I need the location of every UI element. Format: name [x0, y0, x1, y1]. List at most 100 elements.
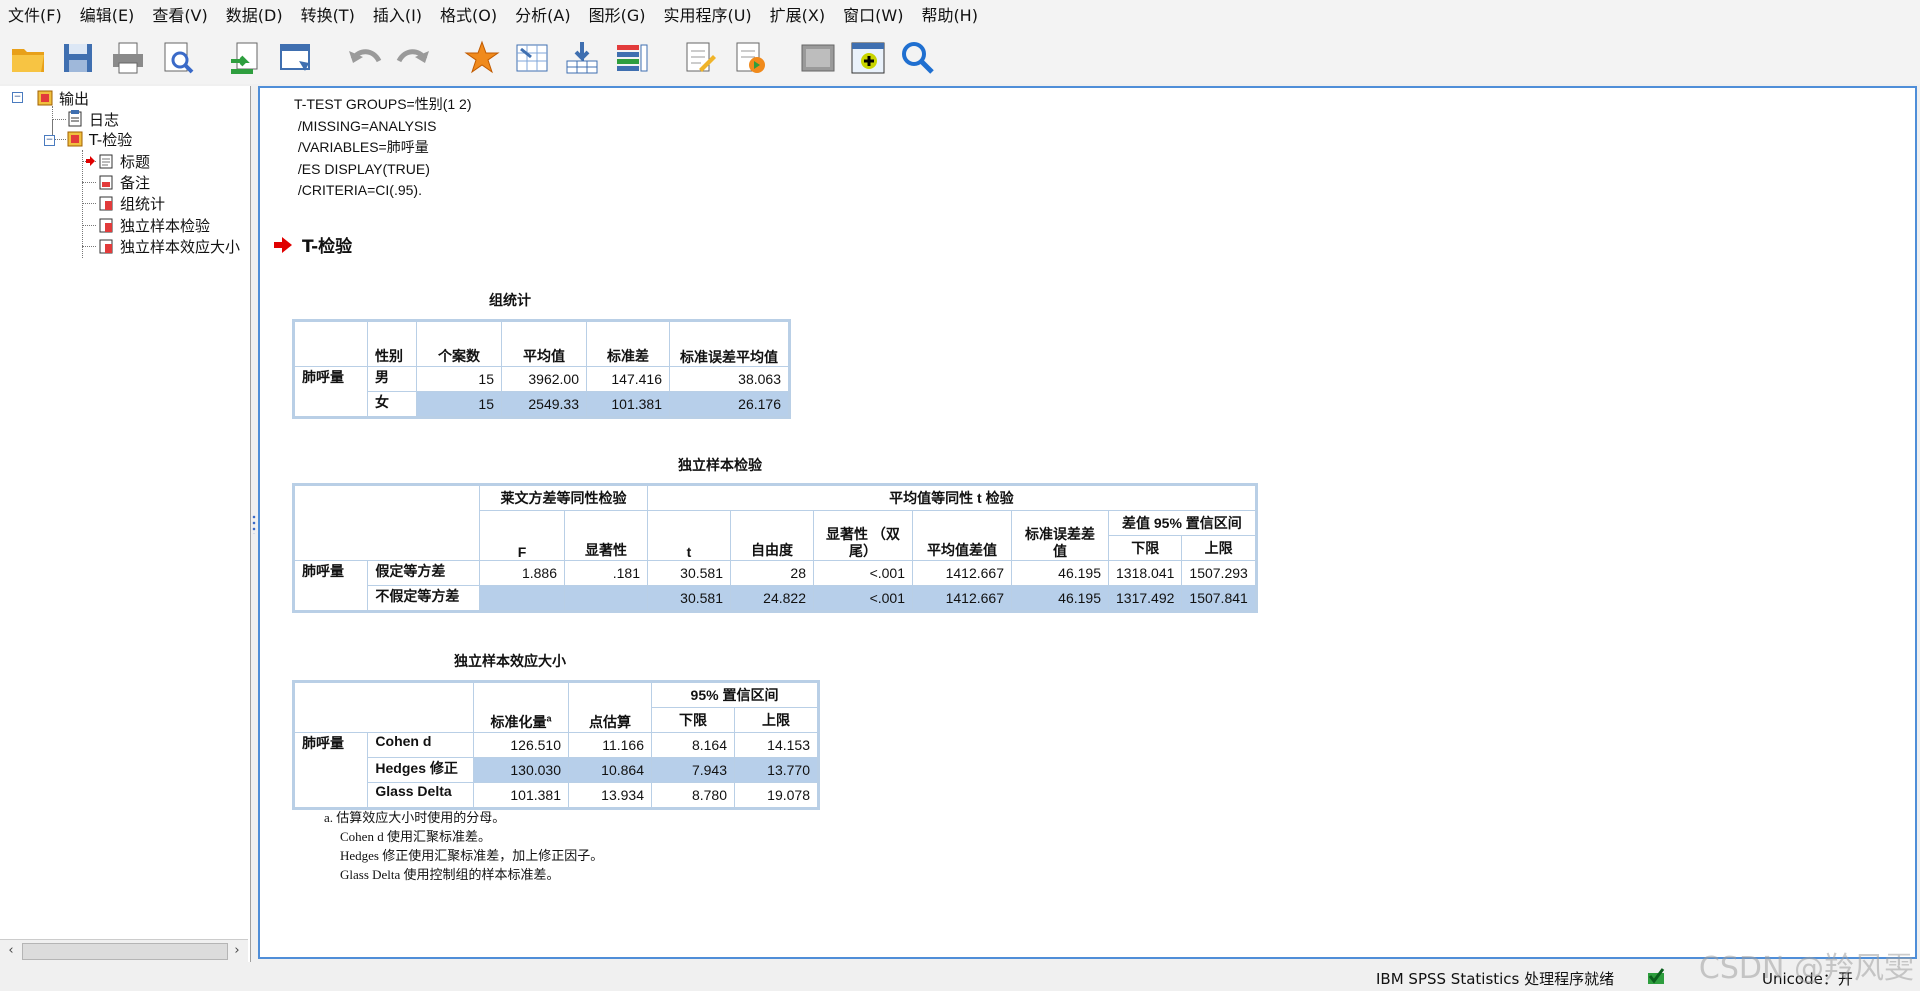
row-group-label: 女: [367, 391, 417, 417]
tree-node-effect-size-label: 独立样本效应大小: [120, 237, 241, 256]
goto-case-icon[interactable]: [510, 36, 554, 80]
menu-transform[interactable]: 转换(T): [292, 0, 364, 32]
footnote-line: Cohen d 使用汇聚标准差。: [340, 829, 491, 844]
cell-F: 1.886: [479, 560, 565, 586]
expand-output-button[interactable]: −: [12, 92, 23, 103]
col-header: 平均值差值: [912, 510, 1012, 561]
open-folder-icon[interactable]: [6, 36, 50, 80]
cell-F: [479, 585, 565, 611]
row-label: 假定等方差: [367, 560, 480, 586]
insert-output-icon[interactable]: [728, 36, 772, 80]
effect-size-table[interactable]: 标准化量a 点估算 95% 置信区间 下限 上限 肺呼量 Cohen d 126…: [292, 680, 820, 810]
tree-node-ind-test[interactable]: 独立样本检验: [97, 215, 210, 235]
tree-node-group-stats[interactable]: 组统计: [97, 193, 165, 213]
menu-utilities[interactable]: 实用程序(U): [654, 0, 760, 32]
tree-node-output-label: 输出: [59, 89, 90, 108]
col-header-text: 标准化量: [490, 714, 547, 730]
scroll-right-icon[interactable]: ›: [230, 943, 244, 959]
save-icon[interactable]: [56, 36, 100, 80]
cell-sd: 101.381: [586, 391, 670, 417]
tree-node-output[interactable]: 输出: [36, 88, 89, 108]
cell-lo: 1317.492: [1107, 585, 1183, 611]
col-header: 显著性: [564, 510, 648, 561]
outline-pane: − − 输出 日志 T-检验 标题 备注 组统计 独立样本检验 独立样本效应大小…: [0, 86, 251, 962]
tree-horizontal-scrollbar[interactable]: ‹ ›: [0, 939, 248, 962]
col-header: 标准误差平均值: [669, 321, 789, 367]
tree-node-title[interactable]: 标题: [86, 151, 150, 171]
menu-edit[interactable]: 编辑(E): [71, 0, 144, 32]
footnotes: a. 估算效应大小时使用的分母。 Cohen d 使用汇聚标准差。 Hedges…: [324, 808, 603, 884]
cell-md: 1412.667: [912, 585, 1012, 611]
ci-header: 差值 95% 置信区间: [1108, 510, 1256, 536]
col-header: 平均值: [501, 321, 587, 367]
col-header: 上限: [734, 707, 818, 733]
menu-data[interactable]: 数据(D): [217, 0, 292, 32]
col-header: 显著性 （双尾）: [813, 510, 913, 561]
col-header: t: [647, 510, 731, 561]
syntax-line: /VARIABLES=肺呼量: [294, 139, 429, 155]
redo-icon[interactable]: [392, 36, 436, 80]
tree-node-ttest[interactable]: T-检验: [66, 129, 132, 149]
goto-data-icon[interactable]: [460, 36, 504, 80]
tree-node-log[interactable]: 日志: [66, 109, 119, 129]
log-icon: [68, 110, 82, 127]
col-header: 标准化量a: [473, 682, 569, 733]
cell-mean: 3962.00: [501, 366, 587, 392]
group-stats-table[interactable]: 性别 个案数 平均值 标准差 标准误差平均值 肺呼量 男 15 3962.00 …: [292, 319, 791, 419]
cell-pt: 13.934: [568, 782, 652, 808]
image-icon[interactable]: [796, 36, 840, 80]
section-title-text: T-检验: [302, 237, 353, 257]
watermark: CSDN @羚风雯: [1698, 951, 1914, 986]
cell-p: <.001: [813, 585, 913, 611]
menu-extensions[interactable]: 扩展(X): [761, 0, 834, 32]
tree-node-effect-size[interactable]: 独立样本效应大小: [97, 236, 240, 256]
print-icon[interactable]: [106, 36, 150, 80]
footnote-line: Hedges 修正使用汇聚标准差，加上修正因子。: [340, 848, 604, 863]
menu-format[interactable]: 格式(O): [431, 0, 506, 32]
row-var-label: 肺呼量: [294, 366, 368, 417]
syntax-line: /CRITERIA=CI(.95).: [294, 182, 422, 198]
menu-window[interactable]: 窗口(W): [834, 0, 912, 32]
menu-graphs[interactable]: 图形(G): [580, 0, 655, 32]
menu-help[interactable]: 帮助(H): [912, 0, 987, 32]
cell-lo: 8.164: [651, 732, 735, 758]
edit-output-icon[interactable]: [678, 36, 722, 80]
menu-view[interactable]: 查看(V): [143, 0, 216, 32]
cell-df: 24.822: [730, 585, 814, 611]
menu-insert[interactable]: 插入(I): [364, 0, 431, 32]
search-icon[interactable]: [896, 36, 940, 80]
col-header: 点估算: [568, 682, 652, 733]
new-output-icon[interactable]: [846, 36, 890, 80]
scroll-thumb[interactable]: [22, 943, 228, 960]
cell-lo: 1318.041: [1107, 560, 1183, 586]
print-preview-icon[interactable]: [156, 36, 200, 80]
cell-sed: 46.195: [1011, 560, 1109, 586]
cell-hi: 13.770: [734, 757, 818, 783]
col-header: 标准误差差值: [1011, 510, 1109, 561]
recall-dialog-icon[interactable]: [274, 36, 318, 80]
group-stats-title: 组统计: [489, 293, 531, 309]
row-label: Cohen d: [367, 732, 474, 758]
col-header: 上限: [1181, 535, 1256, 561]
tree-node-notes-label: 备注: [120, 173, 151, 192]
menu-analyze[interactable]: 分析(A): [506, 0, 579, 32]
variables-icon[interactable]: [610, 36, 654, 80]
col-header: 下限: [651, 707, 735, 733]
section-title[interactable]: T-检验: [274, 232, 352, 257]
row-label: Hedges 修正: [367, 757, 474, 783]
scroll-left-icon[interactable]: ‹: [4, 943, 18, 959]
procedure-book-icon: [67, 131, 83, 147]
tree-node-notes[interactable]: 备注: [97, 172, 150, 192]
menu-file[interactable]: 文件(F): [0, 0, 71, 32]
pane-splitter[interactable]: [251, 86, 257, 962]
expand-ttest-button[interactable]: −: [44, 135, 55, 146]
tree-node-group-stats-label: 组统计: [120, 194, 166, 213]
cell-pt: 11.166: [568, 732, 652, 758]
red-arrow-icon: [274, 236, 292, 253]
export-icon[interactable]: [224, 36, 268, 80]
undo-icon[interactable]: [342, 36, 386, 80]
row-var-label: 肺呼量: [293, 560, 369, 611]
designate-window-icon[interactable]: [560, 36, 604, 80]
ind-test-table[interactable]: 莱文方差等同性检验 平均值等同性 t 检验 F 显著性 t 自由度 显著性 （双…: [292, 483, 1258, 613]
status-bar: IBM SPSS Statistics 处理程序就绪 Unicode：开: [0, 962, 1920, 991]
